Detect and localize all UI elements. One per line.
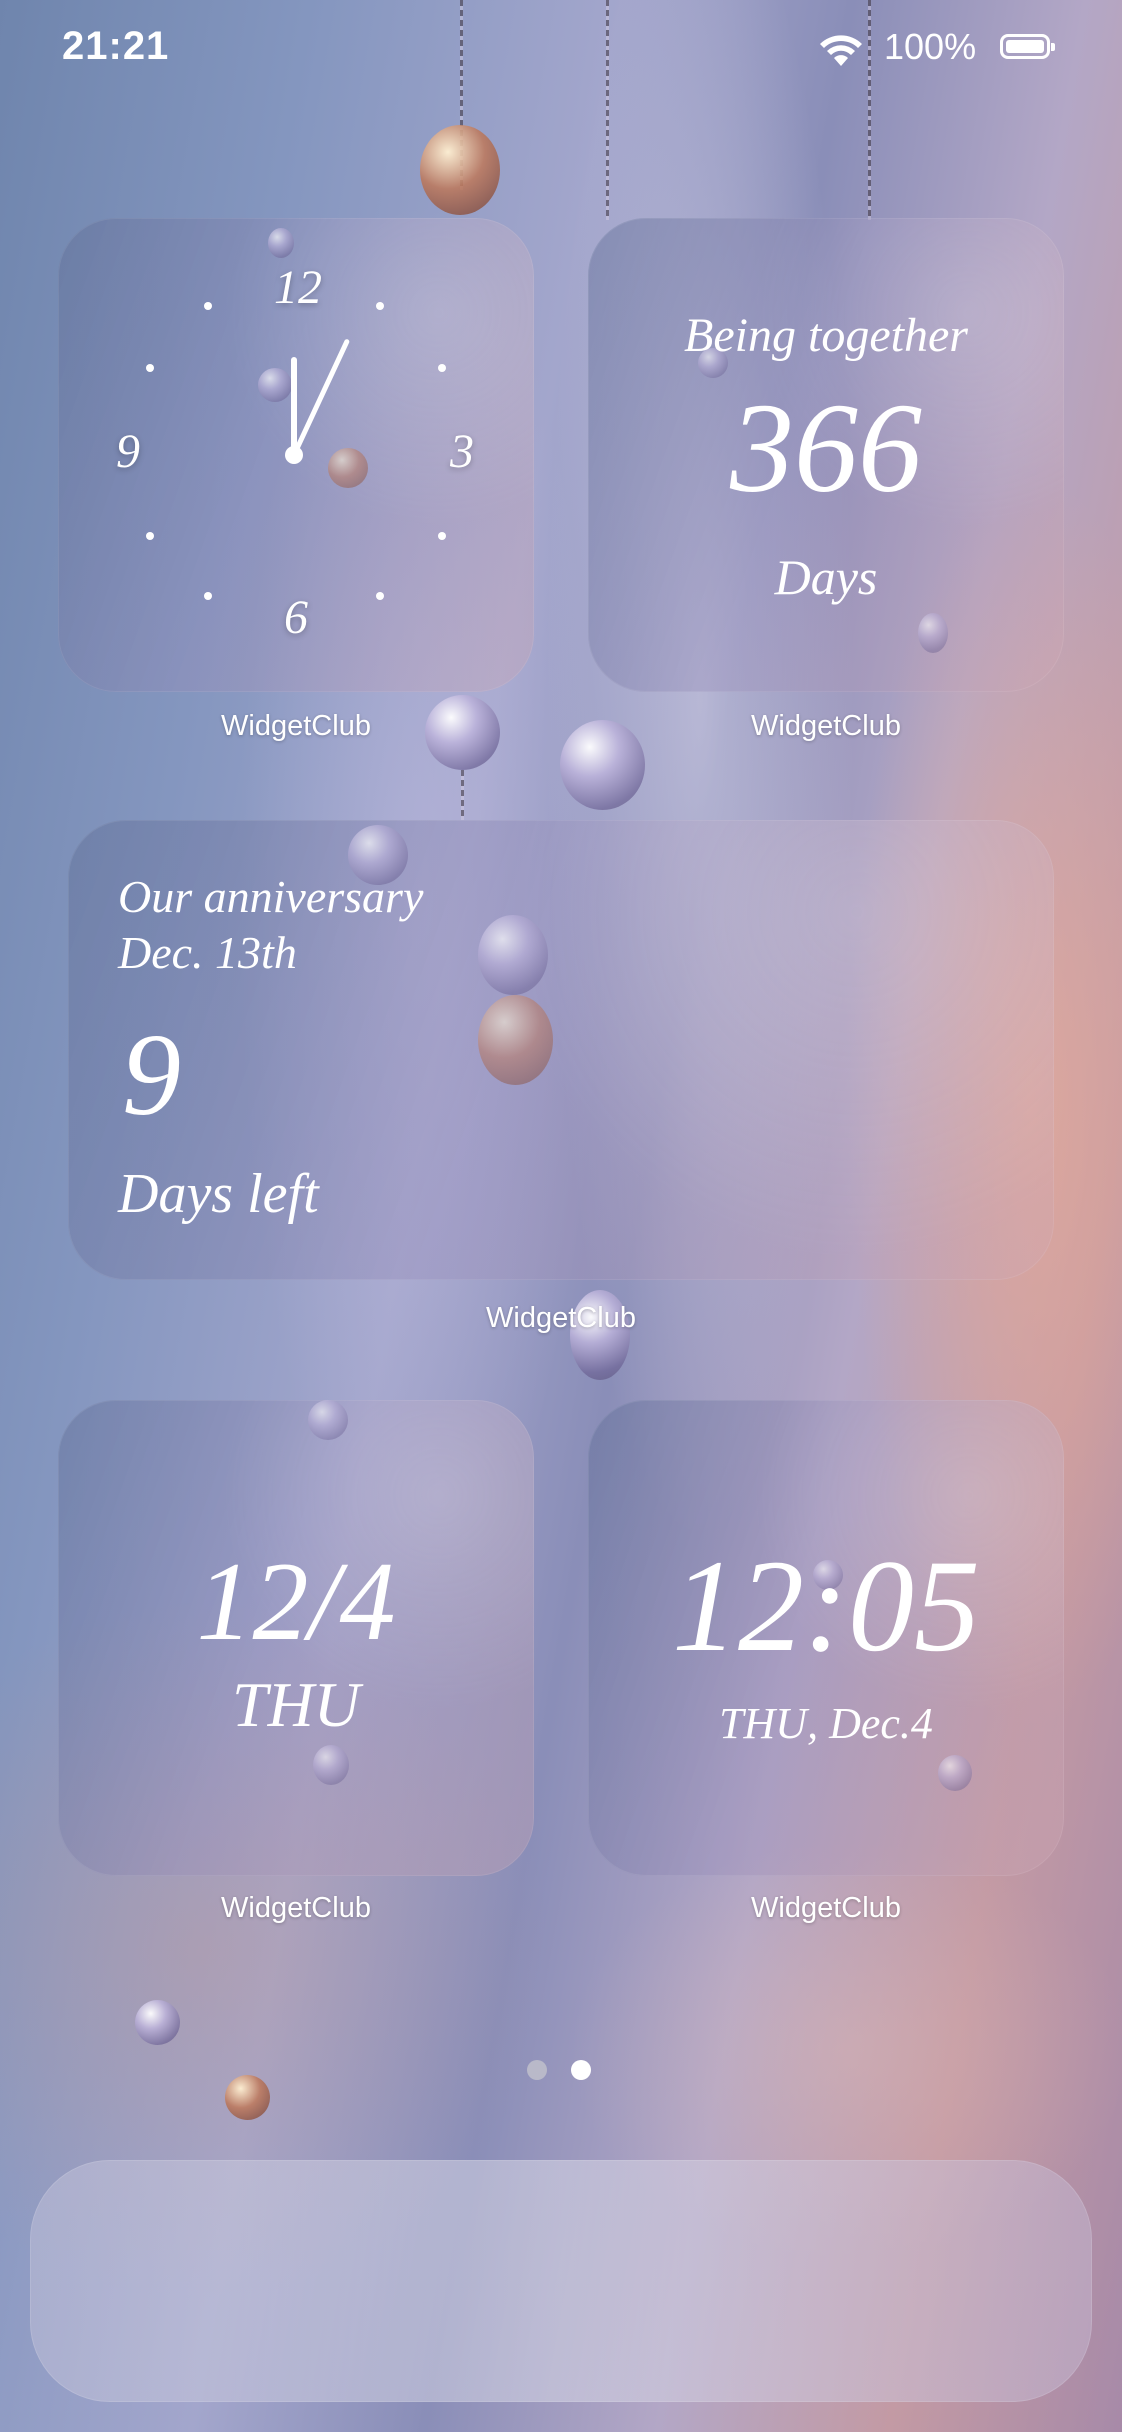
- digital-date: THU, Dec.4: [719, 1699, 933, 1748]
- clock-center-pin: [285, 446, 303, 464]
- anniversary-title: Our anniversary: [118, 871, 424, 922]
- page-dot[interactable]: [571, 2060, 591, 2080]
- page-indicator[interactable]: [527, 2060, 597, 2080]
- battery-full-icon: [1000, 34, 1055, 59]
- widget-bead: [478, 995, 553, 1085]
- dock: [30, 2160, 1092, 2402]
- digital-time: 12:05: [672, 1532, 980, 1679]
- anniversary-unit: Days left: [118, 1163, 319, 1225]
- widget-bead: [313, 1745, 349, 1785]
- date-value: 12/4: [196, 1540, 396, 1664]
- widget-caption: WidgetClub: [221, 1892, 371, 1924]
- widget-bead: [938, 1755, 972, 1791]
- status-time: 21:21: [62, 24, 170, 68]
- wallpaper-bead: [135, 2000, 180, 2045]
- wifi-icon: [820, 35, 862, 66]
- anniversary-count: 9: [122, 1009, 181, 1140]
- wallpaper-bead: [420, 125, 500, 215]
- battery-percent: 100%: [884, 26, 977, 67]
- together-title: Being together: [684, 309, 968, 362]
- together-unit: Days: [774, 549, 878, 605]
- widget-caption: WidgetClub: [751, 1892, 901, 1924]
- status-bar: 21:21 100%: [0, 0, 1122, 100]
- clock-minute-hand: [291, 339, 350, 458]
- analog-clock-widget[interactable]: 12 3 6 9: [58, 218, 534, 692]
- widget-bead: [308, 1400, 348, 1440]
- date-weekday: THU: [231, 1669, 361, 1740]
- being-together-widget[interactable]: Being together 366 Days: [588, 218, 1064, 692]
- wallpaper-bead: [225, 2075, 270, 2120]
- date-widget[interactable]: 12/4 THU: [58, 1400, 534, 1876]
- widget-bead: [478, 915, 548, 995]
- wallpaper-bead-string: [461, 770, 464, 820]
- page-dot[interactable]: [527, 2060, 547, 2080]
- widget-caption: WidgetClub: [221, 710, 371, 742]
- digital-clock-widget[interactable]: 12:05 THU, Dec.4: [588, 1400, 1064, 1876]
- clock-hands: [285, 339, 350, 464]
- anniversary-date: Dec. 13th: [118, 927, 297, 978]
- widget-caption: WidgetClub: [751, 710, 901, 742]
- anniversary-widget[interactable]: Our anniversary Dec. 13th 9 Days left: [68, 820, 1054, 1280]
- widget-bead: [918, 613, 948, 653]
- widget-caption: WidgetClub: [486, 1302, 636, 1334]
- together-count: 366: [730, 377, 922, 519]
